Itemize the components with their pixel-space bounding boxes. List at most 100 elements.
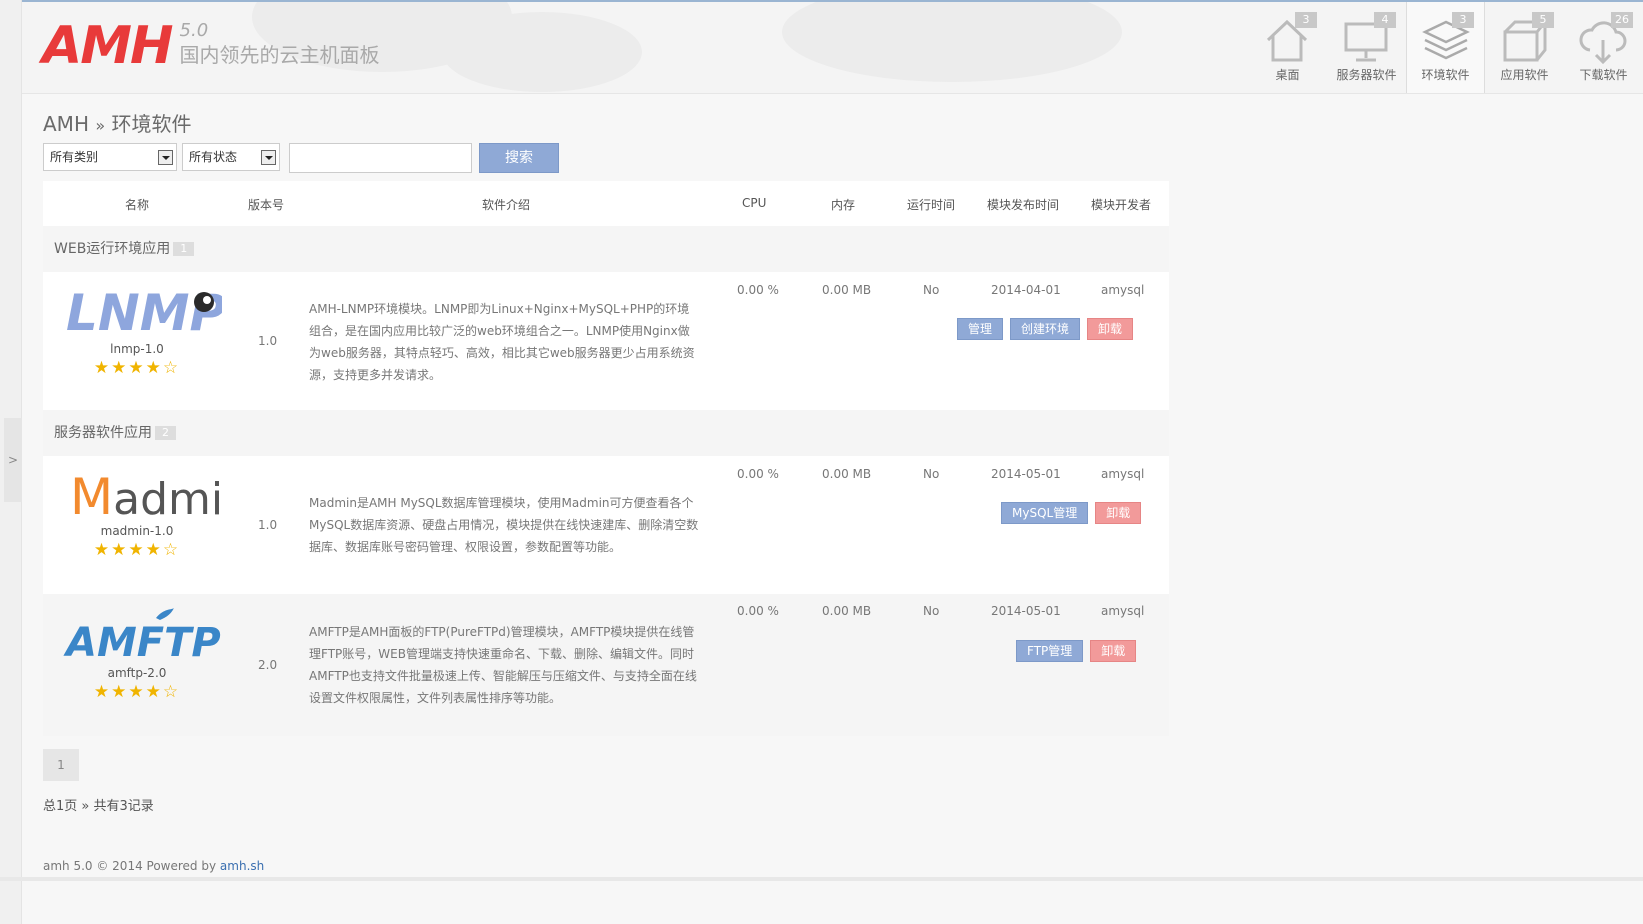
- page-button-1[interactable]: 1: [43, 749, 79, 781]
- nav-label: 服务器软件: [1336, 68, 1397, 82]
- uninstall-button[interactable]: 卸载: [1090, 640, 1137, 662]
- filter-bar: 所有类别 所有状态 搜索: [43, 143, 559, 173]
- software-description: Madmin是AMH MySQL数据库管理模块，使用Madmin可方便查看各个M…: [309, 496, 699, 554]
- release-date: 2014-05-01: [991, 467, 1061, 481]
- create-env-button[interactable]: 创建环境: [1010, 318, 1081, 340]
- col-desc: 软件介绍: [482, 198, 531, 212]
- mysql-manage-button[interactable]: MySQL管理: [1001, 502, 1089, 524]
- col-release: 模块发布时间: [987, 198, 1060, 212]
- software-version: 1.0: [258, 518, 278, 532]
- col-version: 版本号: [248, 198, 285, 212]
- footer-link[interactable]: amh.sh: [220, 859, 264, 873]
- logo-version: 5.0: [179, 20, 209, 41]
- col-name: 名称: [125, 198, 150, 212]
- nav-item-server-software[interactable]: 4 服务器软件: [1327, 2, 1406, 93]
- status-select[interactable]: 所有状态: [182, 143, 280, 171]
- logo-mark: AMH: [42, 16, 174, 76]
- software-description: AMFTP是AMH面板的FTP(PureFTPd)管理模块，AMFTP模块提供在…: [309, 625, 697, 705]
- group-count-badge: 1: [173, 242, 195, 256]
- software-logo-box: LNMP lnmp-1.0 ★★★★☆: [43, 282, 231, 378]
- breadcrumb-separator: »: [95, 116, 106, 135]
- software-name: amftp-2.0: [107, 666, 167, 680]
- table-row: AMFTP amftp-2.0 ★★★★☆ 2.0 AMFTP是AMH面板的FT…: [43, 594, 1169, 736]
- logo-slogan: 国内领先的云主机面板: [179, 43, 380, 67]
- madmin-logo: Madmin: [70, 468, 251, 526]
- nav-item-app-software[interactable]: 5 应用软件: [1485, 2, 1564, 93]
- group-title: WEB运行环境应用: [54, 241, 171, 257]
- search-input[interactable]: [289, 143, 472, 173]
- status-select-value: 所有状态: [189, 150, 238, 164]
- page-summary: 总1页 » 共有3记录: [43, 799, 154, 814]
- logo[interactable]: AMH 5.0 国内领先的云主机面板: [42, 16, 380, 76]
- software-name: madmin-1.0: [100, 524, 174, 538]
- memory-value: 0.00 MB: [822, 604, 872, 618]
- col-running: 运行时间: [907, 198, 956, 212]
- nav-item-desktop[interactable]: 3 桌面: [1248, 2, 1327, 93]
- search-button[interactable]: 搜索: [479, 143, 559, 173]
- app-window: > AMH 5.0 国内领先的云主机面板 3 桌面 4 服务器软件 3 环境软件…: [0, 0, 1643, 924]
- col-memory: 内存: [831, 198, 856, 212]
- developer-name: amysql: [1101, 604, 1145, 618]
- running-value: No: [923, 604, 940, 618]
- sidebar-toggle-button[interactable]: >: [4, 418, 22, 502]
- cpu-value: 0.00 %: [737, 283, 779, 297]
- category-select[interactable]: 所有类别: [43, 143, 177, 171]
- ftp-manage-button[interactable]: FTP管理: [1016, 640, 1084, 662]
- col-developer: 模块开发者: [1091, 198, 1152, 212]
- lnmp-logo: LNMP: [66, 284, 226, 342]
- software-logo-box: AMFTP amftp-2.0 ★★★★☆: [43, 606, 231, 702]
- software-description: AMH-LNMP环境模块。LNMP即为Linux+Nginx+MySQL+PHP…: [309, 302, 695, 382]
- svg-text:LNMP: LNMP: [66, 284, 222, 338]
- software-logo-box: Madmin madmin-1.0 ★★★★☆: [43, 468, 251, 560]
- nav-count: 5: [1532, 12, 1554, 28]
- uninstall-button[interactable]: 卸载: [1095, 502, 1142, 524]
- nav-label: 桌面: [1275, 68, 1300, 82]
- release-date: 2014-05-01: [991, 604, 1061, 618]
- software-table: 名称 版本号 软件介绍 CPU 内存 运行时间 模块发布时间 模块开发者 WEB…: [43, 181, 1169, 736]
- amftp-logo: AMFTP: [63, 608, 221, 666]
- nav-count: 4: [1374, 12, 1396, 28]
- group-header: 服务器软件应用 2: [43, 410, 1169, 456]
- row-actions: 管理 创建环境 卸载: [957, 318, 1134, 340]
- header: AMH 5.0 国内领先的云主机面板 3 桌面 4 服务器软件 3 环境软件 5…: [22, 2, 1643, 94]
- group-title: 服务器软件应用: [54, 425, 152, 441]
- table-row: LNMP lnmp-1.0 ★★★★☆ 1.0 AMH-LNMP环境模块。LNM…: [43, 272, 1169, 410]
- developer-name: amysql: [1101, 467, 1145, 481]
- rating-stars: ★★★★☆: [93, 540, 181, 560]
- chevron-down-icon: [158, 150, 173, 165]
- footer-text: amh 5.0 © 2014 Powered by: [43, 859, 217, 873]
- nav-label: 应用软件: [1500, 68, 1549, 82]
- nav-item-env-software[interactable]: 3 环境软件: [1406, 2, 1485, 93]
- bottom-divider: [0, 877, 1643, 881]
- manage-button[interactable]: 管理: [957, 318, 1004, 340]
- nav-count: 3: [1452, 12, 1474, 28]
- svg-text:AMFTP: AMFTP: [63, 620, 221, 662]
- nav-count: 3: [1295, 12, 1317, 28]
- cpu-value: 0.00 %: [737, 604, 779, 618]
- memory-value: 0.00 MB: [822, 283, 872, 297]
- software-version: 2.0: [258, 658, 278, 672]
- nav-item-download-software[interactable]: 26 下载软件: [1564, 2, 1643, 93]
- software-version: 1.0: [258, 334, 278, 348]
- nav-label: 下载软件: [1579, 68, 1628, 82]
- running-value: No: [923, 283, 940, 297]
- svg-text:Madmin: Madmin: [70, 468, 222, 520]
- memory-value: 0.00 MB: [822, 467, 872, 481]
- nav-count: 26: [1611, 12, 1633, 28]
- nav-label: 环境软件: [1421, 68, 1470, 82]
- table-row: Madmin madmin-1.0 ★★★★☆ 1.0 Madmin是AMH M…: [43, 456, 1169, 594]
- breadcrumb-root[interactable]: AMH: [43, 112, 89, 136]
- group-header: WEB运行环境应用 1: [43, 226, 1169, 272]
- col-cpu: CPU: [742, 196, 767, 210]
- breadcrumb: AMH » 环境软件: [43, 108, 192, 137]
- main-nav: 3 桌面 4 服务器软件 3 环境软件 5 应用软件 26 下载软件: [1248, 2, 1643, 93]
- uninstall-button[interactable]: 卸载: [1087, 318, 1134, 340]
- chevron-down-icon: [261, 150, 276, 165]
- rating-stars: ★★★★☆: [93, 358, 181, 378]
- footer: amh 5.0 © 2014 Powered by amh.sh: [43, 859, 264, 873]
- rating-stars: ★★★★☆: [93, 682, 181, 702]
- developer-name: amysql: [1101, 283, 1145, 297]
- release-date: 2014-04-01: [991, 283, 1061, 297]
- category-select-value: 所有类别: [50, 150, 99, 164]
- breadcrumb-current: 环境软件: [111, 112, 192, 136]
